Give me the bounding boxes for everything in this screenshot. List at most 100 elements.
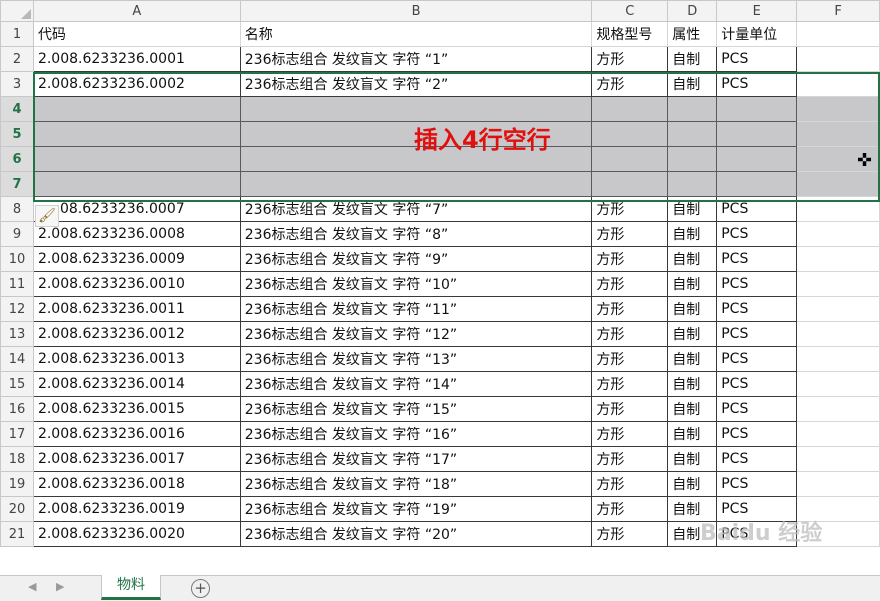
cell-b[interactable] xyxy=(239,171,593,197)
cell-b[interactable]: 236标志组合 发纹盲文 字符 “14” xyxy=(239,371,593,397)
cell-d[interactable]: 自制 xyxy=(667,421,718,447)
cell-c[interactable]: 方形 xyxy=(591,246,669,272)
column-header-c[interactable]: C xyxy=(591,0,669,22)
cell-e[interactable] xyxy=(716,96,798,122)
cell-f[interactable] xyxy=(796,171,880,197)
cell-a[interactable]: 2.008.6233236.0015 xyxy=(32,396,241,422)
cell-c[interactable]: 方形 xyxy=(591,71,669,97)
cell-b[interactable]: 236标志组合 发纹盲文 字符 “11” xyxy=(239,296,593,322)
cell-a[interactable]: 2.008.6233236.0013 xyxy=(32,346,241,372)
cell-a[interactable]: 2.008.6233236.0011 xyxy=(32,296,241,322)
cell-b[interactable]: 236标志组合 发纹盲文 字符 “2” xyxy=(239,71,593,97)
cell-a[interactable]: 2.008.6233236.0009 xyxy=(32,246,241,272)
scroll-left-icon[interactable]: ◀ xyxy=(28,580,36,593)
column-header-f[interactable]: F xyxy=(796,0,880,22)
cell-e[interactable]: PCS xyxy=(716,246,798,272)
row-header[interactable]: 19 xyxy=(0,471,34,497)
cell-b[interactable]: 236标志组合 发纹盲文 字符 “7” xyxy=(239,196,593,222)
plus-circle-icon[interactable]: + xyxy=(191,579,210,598)
cell-f[interactable] xyxy=(796,221,880,247)
cell-c[interactable]: 方形 xyxy=(591,471,669,497)
cell-e[interactable]: PCS xyxy=(716,221,798,247)
row-header[interactable]: 6 xyxy=(0,146,34,172)
cell-c[interactable] xyxy=(591,146,669,172)
cell-c[interactable]: 方形 xyxy=(591,196,669,222)
cell-f[interactable] xyxy=(796,96,880,122)
cell-c[interactable]: 方形 xyxy=(591,421,669,447)
cell-c[interactable]: 方形 xyxy=(591,371,669,397)
cell-d[interactable]: 自制 xyxy=(667,371,718,397)
cell-d[interactable]: 自制 xyxy=(667,271,718,297)
cell-a[interactable]: 2.008.6233236.0017 xyxy=(32,446,241,472)
cell-b[interactable]: 236标志组合 发纹盲文 字符 “15” xyxy=(239,396,593,422)
cell-c[interactable]: 方形 xyxy=(591,396,669,422)
row-header[interactable]: 11 xyxy=(0,271,34,297)
row-header[interactable]: 3 xyxy=(0,71,34,97)
cell-c1[interactable]: 规格型号 xyxy=(591,21,669,47)
cell-d[interactable]: 自制 xyxy=(667,296,718,322)
row-header[interactable]: 10 xyxy=(0,246,34,272)
cell-c[interactable]: 方形 xyxy=(591,221,669,247)
cell-c[interactable]: 方形 xyxy=(591,346,669,372)
row-header[interactable]: 16 xyxy=(0,396,34,422)
row-header[interactable]: 12 xyxy=(0,296,34,322)
cell-c[interactable]: 方形 xyxy=(591,496,669,522)
cell-d[interactable]: 自制 xyxy=(667,321,718,347)
cell-e[interactable]: PCS xyxy=(716,321,798,347)
cell-a1[interactable]: 代码 xyxy=(32,21,241,47)
cell-a[interactable]: 2.008.6233236.0012 xyxy=(32,321,241,347)
cell-a[interactable]: 2.008.6233236.0020 xyxy=(32,521,241,547)
cell-b[interactable]: 236标志组合 发纹盲文 字符 “16” xyxy=(239,421,593,447)
cell-a[interactable]: 2.008.6233236.0019 xyxy=(32,496,241,522)
row-header[interactable]: 20 xyxy=(0,496,34,522)
cell-e[interactable] xyxy=(716,121,798,147)
cell-e[interactable]: PCS xyxy=(716,371,798,397)
cell-c[interactable]: 方形 xyxy=(591,321,669,347)
row-header[interactable]: 9 xyxy=(0,221,34,247)
cell-f[interactable] xyxy=(796,346,880,372)
cell-d[interactable]: 自制 xyxy=(667,346,718,372)
cell-e[interactable] xyxy=(716,146,798,172)
cell-e[interactable]: PCS xyxy=(716,196,798,222)
cell-b[interactable]: 236标志组合 发纹盲文 字符 “1” xyxy=(239,46,593,72)
row-header[interactable]: 13 xyxy=(0,321,34,347)
cell-f[interactable] xyxy=(796,71,880,97)
cell-e[interactable]: PCS xyxy=(716,71,798,97)
cell-a[interactable] xyxy=(32,121,241,147)
cell-b[interactable]: 236标志组合 发纹盲文 字符 “17” xyxy=(239,446,593,472)
row-header[interactable]: 1 xyxy=(0,21,34,47)
cell-c[interactable]: 方形 xyxy=(591,521,669,547)
cell-f[interactable] xyxy=(796,321,880,347)
cell-e[interactable]: PCS xyxy=(716,46,798,72)
row-header[interactable]: 18 xyxy=(0,446,34,472)
cell-a[interactable] xyxy=(32,171,241,197)
row-header[interactable]: 4 xyxy=(0,96,34,122)
cell-f[interactable] xyxy=(796,246,880,272)
cell-c[interactable]: 方形 xyxy=(591,46,669,72)
cell-e1[interactable]: 计量单位 xyxy=(716,21,798,47)
cell-b1[interactable]: 名称 xyxy=(239,21,593,47)
cell-b[interactable]: 236标志组合 发纹盲文 字符 “8” xyxy=(239,221,593,247)
cell-e[interactable]: PCS xyxy=(716,271,798,297)
column-header-d[interactable]: D xyxy=(667,0,718,22)
cell-a[interactable]: 2.008.6233236.0002 xyxy=(32,71,241,97)
cell-b[interactable]: 236标志组合 发纹盲文 字符 “10” xyxy=(239,271,593,297)
cell-c[interactable] xyxy=(591,96,669,122)
scroll-right-icon[interactable]: ▶ xyxy=(56,580,64,593)
spreadsheet-grid[interactable]: A B C D E F 1 代码 名称 规格型号 属性 计量单位 2 2.008.… xyxy=(0,0,880,575)
row-header[interactable]: 5 xyxy=(0,121,34,147)
column-header-e[interactable]: E xyxy=(716,0,798,22)
sheet-tab[interactable]: 物料 xyxy=(101,575,161,600)
column-header-a[interactable]: A xyxy=(32,0,241,22)
cell-e[interactable]: PCS xyxy=(716,296,798,322)
cell-c[interactable] xyxy=(591,121,669,147)
cell-d[interactable]: 自制 xyxy=(667,396,718,422)
cell-a[interactable]: 2.008.6233236.0016 xyxy=(32,421,241,447)
column-header-b[interactable]: B xyxy=(239,0,593,22)
cell-f[interactable] xyxy=(796,271,880,297)
cell-e[interactable]: PCS xyxy=(716,471,798,497)
cell-f[interactable] xyxy=(796,46,880,72)
cell-b[interactable]: 236标志组合 发纹盲文 字符 “20” xyxy=(239,521,593,547)
cell-d[interactable] xyxy=(667,96,718,122)
cell-d[interactable]: 自制 xyxy=(667,246,718,272)
